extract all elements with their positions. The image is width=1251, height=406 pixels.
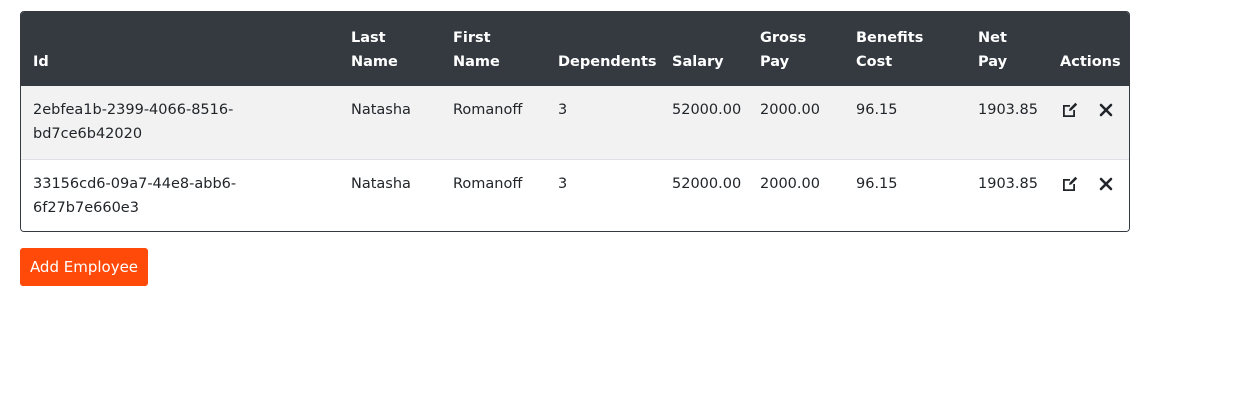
header-benefits-cost: Benefits Cost [856,30,924,70]
header-id: Id [33,54,49,70]
table-row: 33156cd6-09a7-44e8-abb6- 6f27b7e660e3 Nat… [21,159,1129,231]
cell-salary: 52000.00 [672,175,742,192]
cell-net-pay: 1903.85 [978,102,1038,118]
header-dependents: Dependents [558,54,657,70]
cell-first-name: Romanoff [453,175,523,192]
close-icon[interactable] [1096,174,1116,194]
cell-dependents: 3 [558,102,568,118]
cell-dependents: 3 [558,175,568,192]
header-salary: Salary [672,54,724,70]
employee-table-container: Id Last Name First Name Dependents Salary … [20,11,1130,232]
cell-salary: 52000.00 [672,102,742,118]
employee-table: Id Last Name First Name Dependents Salary … [21,12,1129,231]
header-last-name: Last Name [351,30,398,70]
header-row: Id Last Name First Name Dependents Salary … [21,12,1129,86]
header-actions: Actions [1060,54,1121,70]
cell-last-name: Natasha [351,175,411,192]
header-gross-pay: Gross Pay [760,30,807,70]
cell-id: 33156cd6-09a7-44e8-abb6- 6f27b7e660e3 [33,175,237,216]
cell-benefits-cost: 96.15 [856,102,898,118]
cell-benefits-cost: 96.15 [856,175,898,192]
add-employee-button[interactable]: Add Employee [20,248,148,286]
cell-first-name: Romanoff [453,102,523,118]
close-icon[interactable] [1096,100,1116,120]
table-body: 2ebfea1b-2399-4066-8516- bd7ce6b42020 Nat… [21,86,1129,231]
row-actions [1060,98,1129,120]
header-first-name: First Name [453,30,500,70]
page: Id Last Name First Name Dependents Salary … [0,0,1251,406]
cell-id: 2ebfea1b-2399-4066-8516- bd7ce6b42020 [33,102,234,142]
cell-gross-pay: 2000.00 [760,102,820,118]
cell-gross-pay: 2000.00 [760,175,820,192]
edit-icon[interactable] [1060,174,1080,194]
cell-net-pay: 1903.85 [978,175,1038,192]
cell-last-name: Natasha [351,102,411,118]
table-row: 2ebfea1b-2399-4066-8516- bd7ce6b42020 Nat… [21,86,1129,159]
edit-icon[interactable] [1060,100,1080,120]
row-actions [1060,172,1129,194]
cell-actions [1048,159,1129,231]
cell-actions [1048,86,1129,159]
table-header: Id Last Name First Name Dependents Salary … [21,12,1129,86]
header-net-pay: Net Pay [978,30,1008,70]
